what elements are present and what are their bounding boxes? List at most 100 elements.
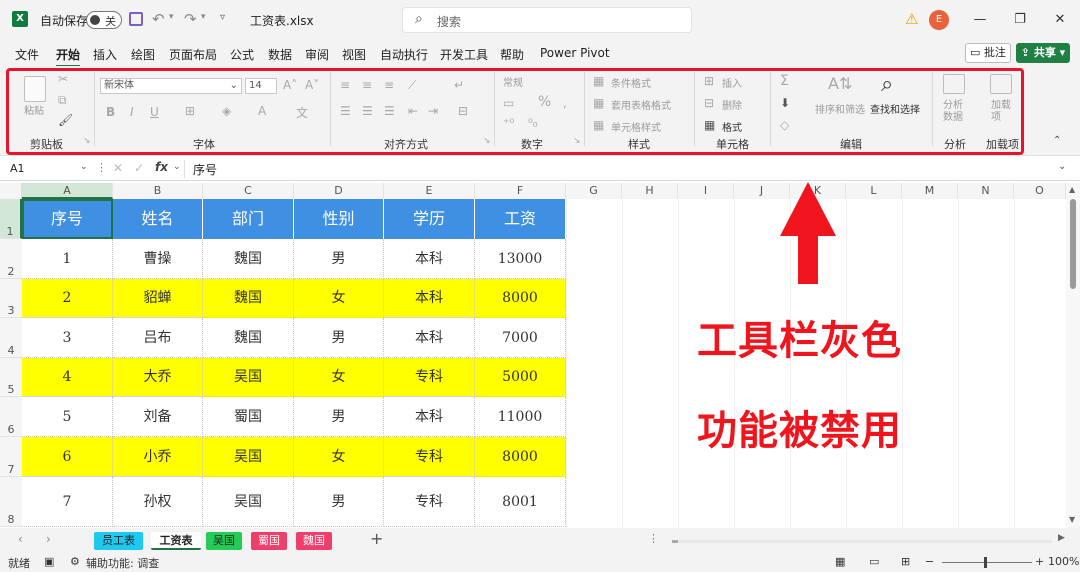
table-cell[interactable]: 本科 [384,239,475,279]
record-macro-icon[interactable]: ▣ [44,555,54,568]
customize-quick-access-icon[interactable]: ▿ [220,12,225,23]
scrollbar-thumb[interactable] [672,540,678,543]
table-cell[interactable]: 女 [294,437,384,477]
table-cell[interactable]: 本科 [384,397,475,437]
search-box[interactable]: ⌕ 搜索 [402,7,692,33]
more-options-icon[interactable]: ⋮ [96,161,107,174]
minimize-icon[interactable]: — [970,10,990,30]
horizontal-scrollbar[interactable] [672,540,1052,543]
table-cell[interactable]: 专科 [384,477,475,527]
row-header-4[interactable]: 4 [0,318,22,358]
sheet-tab[interactable]: 吴国 [206,532,242,550]
tab-data[interactable]: 数据 [268,46,292,63]
table-cell[interactable]: 4 [22,358,113,397]
column-header-h[interactable]: H [622,183,678,199]
column-header-m[interactable]: M [902,183,958,199]
column-header-i[interactable]: I [678,183,734,199]
table-cell[interactable]: 3 [22,318,113,358]
table-cell[interactable]: 小乔 [113,437,203,477]
tab-insert[interactable]: 插入 [93,46,117,63]
page-layout-view-icon[interactable]: ▭ [869,555,879,568]
header-cell[interactable]: 序号 [22,199,113,239]
select-all-corner[interactable] [0,183,22,199]
tab-developer[interactable]: 开发工具 [440,46,488,63]
tab-review[interactable]: 审阅 [305,46,329,63]
row-header-6[interactable]: 6 [0,397,22,437]
add-sheet-icon[interactable]: + [370,529,383,548]
scroll-down-icon[interactable]: ▼ [1069,515,1075,524]
page-break-view-icon[interactable]: ⊞ [901,555,910,568]
save-icon[interactable] [129,12,143,26]
table-cell[interactable]: 本科 [384,279,475,318]
tab-power-pivot[interactable]: Power Pivot [540,46,610,60]
table-cell[interactable]: 刘备 [113,397,203,437]
zoom-out-icon[interactable]: − [925,555,934,568]
more-options-icon[interactable]: ⋮ [648,532,659,545]
table-cell[interactable]: 5000 [475,358,566,397]
warning-icon[interactable]: ⚠ [905,10,918,28]
scroll-right-icon[interactable]: ▶ [1058,533,1065,543]
restore-icon[interactable]: ❐ [1010,10,1030,30]
tab-view[interactable]: 视图 [342,46,366,63]
table-cell[interactable]: 专科 [384,437,475,477]
table-cell[interactable]: 8001 [475,477,566,527]
column-header-c[interactable]: C [203,183,294,199]
sheet-tab[interactable]: 工资表 [151,532,201,550]
table-cell[interactable]: 吴国 [203,477,294,527]
table-cell[interactable]: 吴国 [203,437,294,477]
table-cell[interactable]: 7000 [475,318,566,358]
scroll-up-icon[interactable]: ▲ [1069,185,1075,194]
column-header-l[interactable]: L [846,183,902,199]
vertical-scrollbar[interactable]: ▲ ▼ [1066,183,1080,528]
sheet-tab[interactable]: 魏国 [296,532,332,550]
tab-automate[interactable]: 自动执行 [380,46,428,63]
redo-dropdown-icon[interactable]: ▾ [201,12,206,22]
header-cell[interactable]: 部门 [203,199,294,239]
table-cell[interactable]: 6 [22,437,113,477]
column-header-f[interactable]: F [475,183,566,199]
zoom-level[interactable]: 100% [1048,555,1079,568]
table-cell[interactable]: 男 [294,318,384,358]
table-cell[interactable]: 曹操 [113,239,203,279]
row-header-3[interactable]: 3 [0,279,22,318]
table-cell[interactable]: 5 [22,397,113,437]
table-cell[interactable]: 吕布 [113,318,203,358]
chevron-down-icon[interactable]: ⌄ [305,13,313,23]
table-cell[interactable]: 专科 [384,358,475,397]
table-cell[interactable]: 蜀国 [203,397,294,437]
zoom-slider[interactable] [942,557,1032,568]
redo-icon[interactable]: ↷ [184,10,197,28]
undo-icon[interactable]: ↶ [152,10,165,28]
table-cell[interactable]: 魏国 [203,279,294,318]
table-cell[interactable]: 男 [294,397,384,437]
header-cell[interactable]: 姓名 [113,199,203,239]
insert-function-icon[interactable]: fx [155,160,168,174]
header-cell[interactable]: 工资 [475,199,566,239]
undo-dropdown-icon[interactable]: ▾ [169,12,174,22]
table-cell[interactable]: 8000 [475,279,566,318]
sheet-tab[interactable]: 员工表 [94,532,143,550]
table-cell[interactable]: 魏国 [203,239,294,279]
previous-sheet-icon[interactable]: ‹ [18,532,23,546]
accessibility-status[interactable]: 辅助功能: 调查 [86,555,159,571]
table-cell[interactable]: 1 [22,239,113,279]
header-cell[interactable]: 性别 [294,199,384,239]
zoom-slider-handle[interactable] [984,557,987,568]
row-header-8[interactable]: 8 [0,477,22,527]
table-cell[interactable]: 男 [294,477,384,527]
avatar[interactable]: E [929,10,949,30]
row-header-2[interactable]: 2 [0,239,22,279]
table-cell[interactable]: 男 [294,239,384,279]
column-header-o[interactable]: O [1014,183,1066,199]
spreadsheet-grid[interactable]: ABCDEFGHIJKLMNO 12345678 序号 姓名 部门 性别 学历 工资 1 曹操… [0,183,1066,527]
table-cell[interactable]: 女 [294,279,384,318]
name-box[interactable]: A1 [10,162,25,175]
tab-home[interactable]: 开始 [56,46,81,67]
close-icon[interactable]: ✕ [1050,10,1070,30]
tab-formulas[interactable]: 公式 [230,46,254,63]
table-cell[interactable]: 11000 [475,397,566,437]
expand-formula-icon[interactable]: ⌄ [1058,161,1066,172]
column-header-d[interactable]: D [294,183,384,199]
collapse-ribbon-icon[interactable]: ⌃ [1053,135,1061,146]
table-cell[interactable]: 女 [294,358,384,397]
